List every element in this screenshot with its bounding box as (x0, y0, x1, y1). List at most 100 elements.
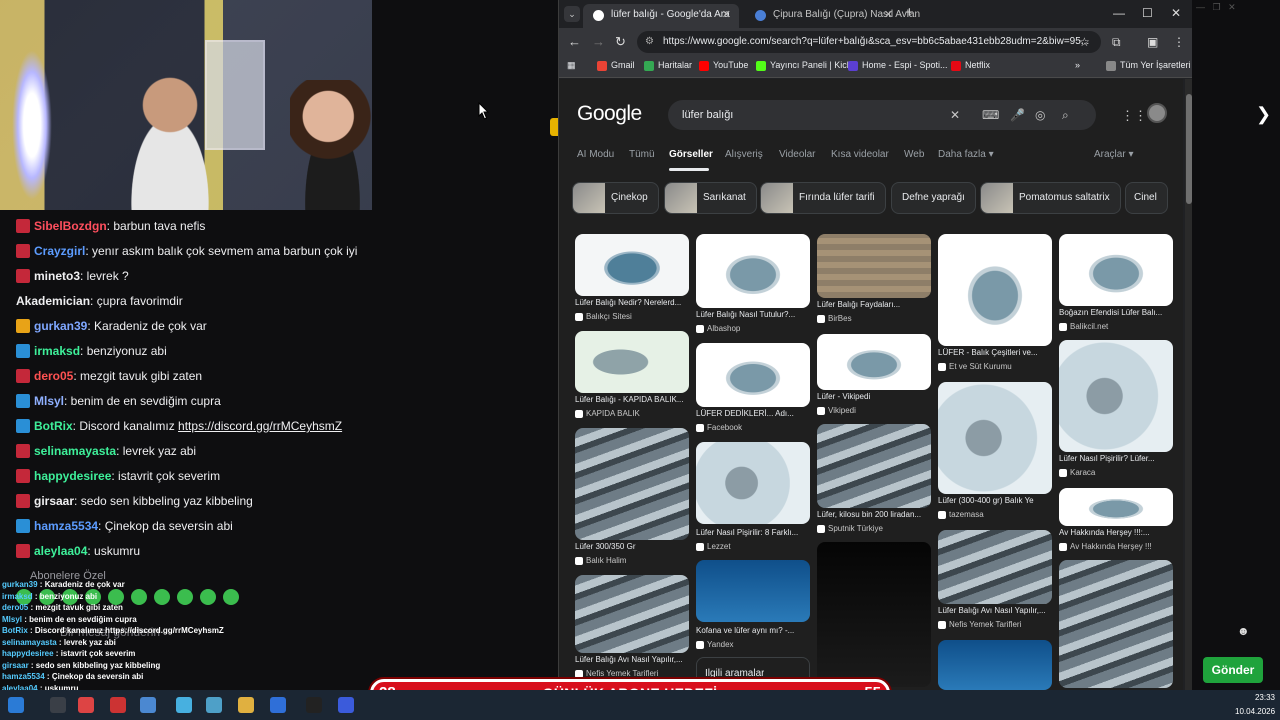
tab-videos[interactable]: Videolar (779, 149, 816, 160)
image-result[interactable]: Lüfer (300-400 gr) Balık Ye tazemasa (938, 382, 1052, 522)
tools-button[interactable]: Araçlar ▾ (1094, 149, 1133, 160)
bookmark-maps[interactable]: Haritalar (644, 60, 692, 71)
chat-username[interactable]: aleylaa04 (34, 544, 87, 558)
outer-window-controls[interactable]: — ❐ ✕ (1196, 2, 1236, 13)
image-result[interactable]: LÜFER DEDİKLERİ... Adı... Facebook (696, 343, 810, 437)
chat-username[interactable]: selinamayasta (34, 444, 116, 458)
obs-icon[interactable] (306, 697, 322, 713)
page-scrollbar[interactable] (1185, 79, 1192, 690)
image-result[interactable]: LÜFER - Balık Çeşitleri ve... Et ve Süt … (938, 234, 1052, 374)
chat-username[interactable]: irmaksd (34, 344, 80, 358)
image-result[interactable]: Kofana ve lüfer aynı mı? -... Yandex (696, 560, 810, 652)
close-tab-icon[interactable]: ✕ (884, 4, 893, 26)
chip-defne[interactable]: Defne yaprağı (891, 182, 976, 214)
bookmark-kick[interactable]: Yayıncı Paneli | Kick (756, 60, 851, 71)
chat-username[interactable]: girsaar (34, 494, 74, 508)
image-result[interactable]: Lüfer Nasıl Pişirilir? Lüfer... Karaca (1059, 340, 1173, 482)
new-tab-button[interactable]: + (905, 4, 914, 21)
chat-username[interactable]: Mlsyl (34, 394, 64, 408)
clear-icon[interactable]: ✕ (950, 100, 960, 130)
profile-icon[interactable]: ▣ (1147, 35, 1158, 49)
image-result[interactable]: Lüfer - Vikipedi Vikipedi (817, 334, 931, 418)
lens-icon[interactable]: ◎ (1035, 100, 1045, 130)
app-icon[interactable] (50, 697, 66, 713)
reload-icon[interactable]: ↻ (615, 34, 626, 50)
bookmark-spotify[interactable]: Home - Espi - Spoti... (848, 60, 948, 71)
chip-pomatomus[interactable]: Pomatomus saltatrix (980, 182, 1121, 214)
image-result[interactable] (817, 542, 931, 687)
google-logo[interactable]: Google (577, 102, 642, 126)
tab-shopping[interactable]: Alışveriş (725, 149, 763, 160)
close-tab-icon[interactable]: ✕ (722, 4, 731, 26)
image-result[interactable]: Lüfer Balığı Avı Nasıl Yapılır,... Nefis… (575, 575, 689, 685)
extensions-icon[interactable]: ⧉ (1112, 35, 1121, 50)
app-icon[interactable] (78, 697, 94, 713)
microphone-icon[interactable]: 🎤 (1010, 100, 1025, 130)
image-result[interactable]: Lüfer Balığı - KAPIDA BALIK... KAPIDA BA… (575, 331, 689, 421)
bookmark-netflix[interactable]: Netflix (951, 60, 990, 71)
all-bookmarks[interactable]: Tüm Yer İşaretleri (1106, 60, 1191, 71)
menu-icon[interactable]: ⋮ (1173, 35, 1185, 49)
tab-short-videos[interactable]: Kısa videolar (831, 149, 889, 160)
image-result[interactable]: Lüfer Balığı Faydaları... BirBes (817, 234, 931, 326)
image-result[interactable] (1059, 560, 1173, 688)
tab-all[interactable]: Tümü (629, 149, 655, 160)
file-explorer-icon[interactable] (238, 697, 254, 713)
tab-images[interactable]: Görseller (669, 149, 713, 160)
search-input[interactable]: lüfer balığı ✕ ⌨ 🎤 ◎ ⌕ (668, 100, 1096, 130)
image-result[interactable]: Lüfer Balığı Nedir? Nerelerd... Balıkçı … (575, 234, 689, 324)
tab-ai-mode[interactable]: AI Modu (577, 149, 614, 160)
chip-sarikanat[interactable]: Sarıkanat (664, 182, 757, 214)
chat-username[interactable]: Akademician (16, 294, 90, 308)
keyboard-icon[interactable]: ⌨ (982, 100, 999, 130)
app-icon[interactable] (270, 697, 286, 713)
chat-username[interactable]: gurkan39 (34, 319, 87, 333)
clock-date[interactable]: 10.04.2026 (1235, 707, 1275, 716)
app-icon[interactable] (140, 697, 156, 713)
address-bar[interactable]: ⚙ https://www.google.com/search?q=lüfer+… (637, 31, 1101, 53)
image-result[interactable]: Lüfer Nasıl Pişirilir: 8 Farklı... Lezze… (696, 442, 810, 554)
send-button[interactable]: Gönder (1203, 657, 1263, 683)
image-result[interactable] (938, 640, 1052, 690)
image-result[interactable]: Av Hakkında Herşey !!!:... Av Hakkında H… (1059, 488, 1173, 554)
app-icon[interactable] (110, 697, 126, 713)
search-icon[interactable]: ⌕ (1062, 100, 1069, 130)
image-result[interactable]: Lüfer Balığı Avı Nasıl Yapılır,... Nefis… (938, 530, 1052, 634)
bookmark-star-icon[interactable]: ☆ (1079, 35, 1090, 49)
start-icon[interactable] (8, 697, 24, 713)
avatar[interactable] (1147, 103, 1167, 123)
clock-time[interactable]: 23:33 (1245, 693, 1275, 702)
app-icon[interactable] (176, 697, 192, 713)
maximize-icon[interactable]: ☐ (1142, 6, 1153, 20)
image-result[interactable]: Lüfer Balığı Nasıl Tutulur?... Albashop (696, 234, 810, 334)
image-result[interactable]: Boğazın Efendisi Lüfer Balı... Balikcil.… (1059, 234, 1173, 334)
site-info-icon[interactable]: ⚙ (645, 31, 654, 53)
chat-username[interactable]: Crayzgirl (34, 244, 85, 258)
chat-username[interactable]: mineto3 (34, 269, 80, 283)
chip-cinekop[interactable]: Çinekop (572, 182, 659, 214)
emoji-icon[interactable]: ☻ (1237, 624, 1250, 638)
forward-icon[interactable]: → (592, 34, 605, 49)
tab-google-search[interactable]: lüfer balığı - Google'da Ara ✕ (583, 4, 739, 28)
chip-firinda-lufer[interactable]: Fırında lüfer tarifi (760, 182, 886, 214)
app-icon[interactable] (338, 697, 354, 713)
chat-username[interactable]: SibelBozdgn (34, 219, 107, 233)
image-result[interactable]: Lüfer, kilosu bin 200 liradan... Sputnik… (817, 424, 931, 536)
tab-more[interactable]: Daha fazla ▾ (938, 149, 994, 160)
tab-cipura[interactable]: Çipura Balığı (Çupra) Nasıl Avlan ✕ (745, 4, 920, 28)
minimize-icon[interactable]: — (1113, 6, 1125, 20)
tab-search-icon[interactable]: ⌄ (564, 6, 580, 22)
google-apps-icon[interactable]: ⋮⋮ (1121, 108, 1147, 124)
more-bookmarks-icon[interactable]: » (1075, 60, 1080, 70)
apps-grid-icon[interactable]: ▦ (567, 60, 576, 71)
bookmark-youtube[interactable]: YouTube (699, 60, 748, 71)
chat-username[interactable]: dero05 (34, 369, 73, 383)
app-icon[interactable] (206, 697, 222, 713)
side-tab[interactable] (550, 118, 558, 136)
bookmark-gmail[interactable]: Gmail (597, 60, 635, 71)
chat-username[interactable]: hamza5534 (34, 519, 98, 533)
chip-cinel[interactable]: Cinel (1125, 182, 1168, 214)
close-window-icon[interactable]: ✕ (1171, 6, 1181, 20)
next-arrow-icon[interactable]: ❯ (1256, 104, 1271, 125)
chat-link[interactable]: https://discord.gg/rrMCeyhsmZ (178, 419, 342, 433)
